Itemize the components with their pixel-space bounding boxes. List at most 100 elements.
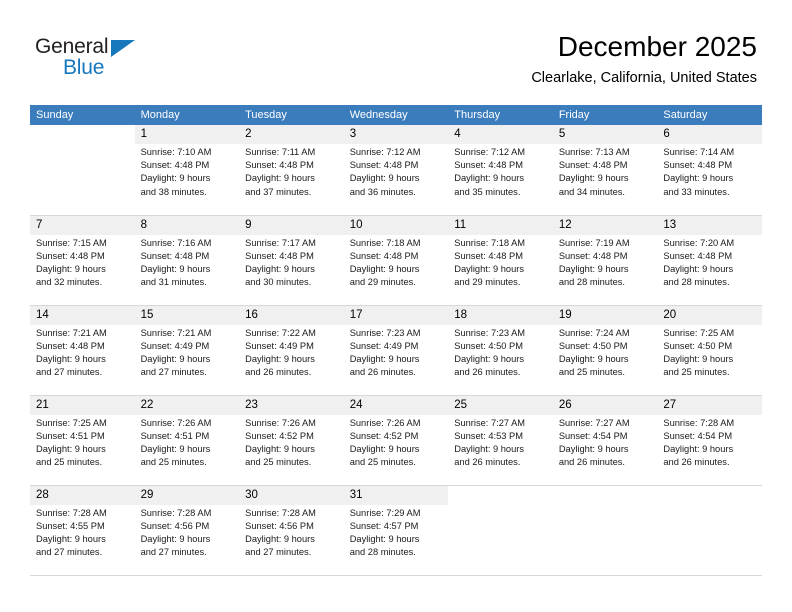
- day-number: 8: [134, 215, 240, 235]
- day-number: 30: [239, 485, 344, 505]
- daylight-text-line2: and 30 minutes.: [245, 277, 312, 288]
- sunset-text: Sunset: 4:48 PM: [140, 160, 210, 171]
- calendar-cell-day[interactable]: 20 Sunrise: 7:25 AM Sunset: 4:50 PM Dayl…: [657, 305, 762, 396]
- sunrise-text: Sunrise: 7:28 AM: [36, 507, 107, 518]
- calendar-cell-day[interactable]: 9 Sunrise: 7:17 AM Sunset: 4:48 PM Dayli…: [239, 215, 344, 306]
- calendar-cell-day[interactable]: 29 Sunrise: 7:28 AM Sunset: 4:56 PM Dayl…: [134, 485, 240, 576]
- calendar-cell-day[interactable]: 5 Sunrise: 7:13 AM Sunset: 4:48 PM Dayli…: [552, 125, 658, 216]
- sunset-text: Sunset: 4:54 PM: [663, 430, 733, 441]
- weekday-header-friday: Friday: [552, 105, 658, 125]
- calendar-cell-day[interactable]: 17 Sunrise: 7:23 AM Sunset: 4:49 PM Dayl…: [343, 305, 449, 396]
- daylight-text-line2: and 25 minutes.: [349, 457, 416, 468]
- daylight-text-line2: and 26 minutes.: [454, 457, 521, 468]
- calendar-week-row: 28 Sunrise: 7:28 AM Sunset: 4:55 PM Dayl…: [30, 485, 762, 576]
- daylight-text-line2: and 28 minutes.: [558, 277, 625, 288]
- sunrise-text: Sunrise: 7:23 AM: [454, 327, 526, 338]
- sunrise-text: Sunrise: 7:16 AM: [140, 237, 212, 248]
- logo-text-general: General: [35, 35, 109, 58]
- day-details: Sunrise: 7:23 AM Sunset: 4:49 PM Dayligh…: [344, 325, 449, 380]
- day-number: 4: [448, 125, 553, 144]
- daylight-text-line1: Daylight: 9 hours: [140, 263, 211, 274]
- sunrise-text: Sunrise: 7:12 AM: [349, 147, 421, 157]
- daylight-text-line2: and 28 minutes.: [663, 277, 730, 288]
- calendar-cell-day[interactable]: 31 Sunrise: 7:29 AM Sunset: 4:57 PM Dayl…: [343, 485, 449, 576]
- daylight-text-line2: and 37 minutes.: [245, 186, 312, 197]
- daylight-text-line1: Daylight: 9 hours: [349, 533, 420, 544]
- calendar-page: General Blue December 2025 Clearlake, Ca…: [0, 0, 792, 612]
- calendar-cell-day[interactable]: 15 Sunrise: 7:21 AM Sunset: 4:49 PM Dayl…: [134, 305, 240, 396]
- calendar-cell-day[interactable]: 7 Sunrise: 7:15 AM Sunset: 4:48 PM Dayli…: [30, 215, 135, 306]
- calendar-cell-day[interactable]: 14 Sunrise: 7:21 AM Sunset: 4:48 PM Dayl…: [30, 305, 135, 396]
- daylight-text-line2: and 27 minutes.: [245, 547, 312, 558]
- calendar-cell-day[interactable]: 12 Sunrise: 7:19 AM Sunset: 4:48 PM Dayl…: [552, 215, 658, 306]
- daylight-text-line1: Daylight: 9 hours: [663, 353, 734, 364]
- daylight-text-line1: Daylight: 9 hours: [663, 263, 734, 274]
- daylight-text-line2: and 27 minutes.: [36, 547, 103, 558]
- day-number: 22: [134, 395, 240, 415]
- general-blue-logo[interactable]: General Blue: [35, 36, 195, 84]
- calendar-cell-day[interactable]: 16 Sunrise: 7:22 AM Sunset: 4:49 PM Dayl…: [239, 305, 344, 396]
- day-number: 28: [30, 485, 135, 505]
- calendar-cell-day[interactable]: 18 Sunrise: 7:23 AM Sunset: 4:50 PM Dayl…: [448, 305, 553, 396]
- sunrise-text: Sunrise: 7:25 AM: [663, 327, 735, 338]
- calendar-cell-day[interactable]: 6 Sunrise: 7:14 AM Sunset: 4:48 PM Dayli…: [657, 125, 762, 216]
- calendar-cell-day[interactable]: 23 Sunrise: 7:26 AM Sunset: 4:52 PM Dayl…: [239, 395, 344, 486]
- day-details: Sunrise: 7:21 AM Sunset: 4:49 PM Dayligh…: [135, 325, 240, 380]
- calendar-cell-day[interactable]: 26 Sunrise: 7:27 AM Sunset: 4:54 PM Dayl…: [552, 395, 658, 486]
- sunset-text: Sunset: 4:49 PM: [140, 340, 210, 351]
- calendar-cell-day[interactable]: 8 Sunrise: 7:16 AM Sunset: 4:48 PM Dayli…: [134, 215, 240, 306]
- day-number: 18: [448, 305, 553, 325]
- daylight-text-line1: Daylight: 9 hours: [36, 443, 106, 454]
- sunset-text: Sunset: 4:50 PM: [558, 340, 628, 351]
- daylight-text-line1: Daylight: 9 hours: [558, 263, 629, 274]
- calendar-cell-day[interactable]: 2 Sunrise: 7:11 AM Sunset: 4:48 PM Dayli…: [239, 125, 344, 216]
- calendar-cell-day[interactable]: 1 Sunrise: 7:10 AM Sunset: 4:48 PM Dayli…: [134, 125, 240, 216]
- daylight-text-line2: and 38 minutes.: [140, 186, 207, 197]
- calendar-cell-day[interactable]: 11 Sunrise: 7:18 AM Sunset: 4:48 PM Dayl…: [448, 215, 553, 306]
- day-details: Sunrise: 7:19 AM Sunset: 4:48 PM Dayligh…: [553, 235, 658, 290]
- day-details: Sunrise: 7:16 AM Sunset: 4:48 PM Dayligh…: [135, 235, 240, 290]
- daylight-text-line2: and 26 minutes.: [245, 367, 312, 378]
- sunset-text: Sunset: 4:51 PM: [36, 430, 105, 441]
- calendar-cell-day[interactable]: 19 Sunrise: 7:24 AM Sunset: 4:50 PM Dayl…: [552, 305, 658, 396]
- calendar-cell-empty: [552, 485, 658, 576]
- daylight-text-line1: Daylight: 9 hours: [454, 263, 525, 274]
- calendar-cell-day[interactable]: 30 Sunrise: 7:28 AM Sunset: 4:56 PM Dayl…: [239, 485, 344, 576]
- day-details: Sunrise: 7:11 AM Sunset: 4:48 PM Dayligh…: [239, 144, 344, 199]
- sunrise-text: Sunrise: 7:19 AM: [558, 237, 630, 248]
- sunrise-text: Sunrise: 7:17 AM: [245, 237, 316, 248]
- daylight-text-line2: and 26 minutes.: [454, 367, 521, 378]
- daylight-text-line2: and 36 minutes.: [349, 186, 416, 197]
- sunrise-text: Sunrise: 7:27 AM: [558, 417, 630, 428]
- daylight-text-line1: Daylight: 9 hours: [558, 443, 629, 454]
- calendar-cell-day[interactable]: 28 Sunrise: 7:28 AM Sunset: 4:55 PM Dayl…: [30, 485, 135, 576]
- day-details: Sunrise: 7:24 AM Sunset: 4:50 PM Dayligh…: [553, 325, 658, 380]
- calendar-cell-day[interactable]: 22 Sunrise: 7:26 AM Sunset: 4:51 PM Dayl…: [134, 395, 240, 486]
- sunrise-text: Sunrise: 7:24 AM: [558, 327, 630, 338]
- sunset-text: Sunset: 4:48 PM: [454, 250, 523, 261]
- daylight-text-line1: Daylight: 9 hours: [36, 263, 106, 274]
- sunset-text: Sunset: 4:50 PM: [454, 340, 523, 351]
- day-number: 24: [343, 395, 449, 415]
- calendar-cell-empty: [30, 125, 135, 216]
- sunset-text: Sunset: 4:51 PM: [140, 430, 210, 441]
- day-number: 25: [448, 395, 553, 415]
- day-number: 27: [657, 395, 762, 415]
- calendar-cell-day[interactable]: 21 Sunrise: 7:25 AM Sunset: 4:51 PM Dayl…: [30, 395, 135, 486]
- calendar-cell-day[interactable]: 4 Sunrise: 7:12 AM Sunset: 4:48 PM Dayli…: [448, 125, 553, 216]
- daylight-text-line1: Daylight: 9 hours: [245, 263, 315, 274]
- calendar-cell-day[interactable]: 13 Sunrise: 7:20 AM Sunset: 4:48 PM Dayl…: [657, 215, 762, 306]
- daylight-text-line2: and 27 minutes.: [36, 367, 103, 378]
- daylight-text-line2: and 28 minutes.: [349, 547, 416, 558]
- calendar-cell-day[interactable]: 24 Sunrise: 7:26 AM Sunset: 4:52 PM Dayl…: [343, 395, 449, 486]
- sunset-text: Sunset: 4:48 PM: [140, 250, 210, 261]
- day-details: Sunrise: 7:18 AM Sunset: 4:48 PM Dayligh…: [448, 235, 553, 290]
- sunset-text: Sunset: 4:49 PM: [245, 340, 314, 351]
- calendar-cell-day[interactable]: 27 Sunrise: 7:28 AM Sunset: 4:54 PM Dayl…: [657, 395, 762, 486]
- calendar-cell-empty: [657, 485, 762, 576]
- calendar-cell-day[interactable]: 3 Sunrise: 7:12 AM Sunset: 4:48 PM Dayli…: [343, 125, 449, 216]
- day-number: 7: [30, 215, 135, 235]
- calendar-cell-day[interactable]: 25 Sunrise: 7:27 AM Sunset: 4:53 PM Dayl…: [448, 395, 553, 486]
- calendar-cell-day[interactable]: 10 Sunrise: 7:18 AM Sunset: 4:48 PM Dayl…: [343, 215, 449, 306]
- daylight-text-line2: and 29 minutes.: [454, 277, 521, 288]
